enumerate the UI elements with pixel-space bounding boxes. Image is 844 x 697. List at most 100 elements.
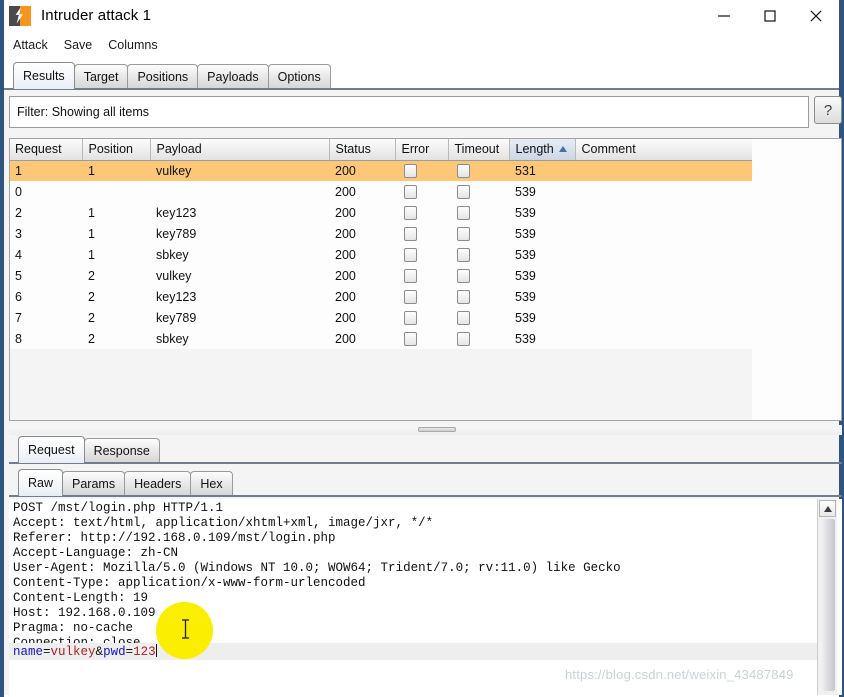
text-cursor-icon — [180, 618, 191, 643]
cell-timeout[interactable] — [448, 286, 509, 307]
cell-position: 1 — [82, 244, 150, 265]
cell-error[interactable] — [395, 328, 448, 349]
cell-timeout[interactable] — [448, 202, 509, 223]
cell-timeout[interactable] — [448, 223, 509, 244]
cell-comment — [575, 202, 752, 223]
tab-target[interactable]: Target — [73, 64, 129, 89]
scroll-up-icon[interactable] — [819, 500, 836, 517]
cell-position: 1 — [82, 223, 150, 244]
editor-vertical-scrollbar[interactable] — [817, 499, 837, 695]
table-row[interactable]: 8 2 sbkey 200 539 — [9, 328, 752, 349]
cell-error[interactable] — [395, 223, 448, 244]
checkbox-icon[interactable] — [457, 164, 470, 179]
minimize-icon[interactable] — [701, 0, 747, 31]
column-header-request[interactable]: Request — [9, 138, 83, 161]
cell-timeout[interactable] — [448, 244, 509, 265]
cell-position: 2 — [82, 307, 150, 328]
cell-error[interactable] — [395, 181, 448, 202]
tab-raw[interactable]: Raw — [18, 469, 64, 496]
column-header-payload[interactable]: Payload — [150, 138, 330, 161]
checkbox-icon[interactable] — [457, 268, 470, 283]
checkbox-icon[interactable] — [457, 331, 470, 346]
checkbox-icon[interactable] — [404, 184, 417, 199]
checkbox-icon[interactable] — [457, 247, 470, 262]
cell-timeout[interactable] — [448, 307, 509, 328]
body-param1-value: vulkey — [50, 645, 96, 659]
menu-item-attack[interactable]: Attack — [6, 36, 55, 54]
table-row[interactable]: 4 1 sbkey 200 539 — [9, 244, 752, 265]
cell-length: 539 — [509, 265, 575, 286]
cell-status: 200 — [329, 160, 395, 181]
cell-timeout[interactable] — [448, 181, 509, 202]
tab-request[interactable]: Request — [18, 436, 85, 463]
cell-payload: sbkey — [150, 328, 329, 349]
filter-bar[interactable]: Filter: Showing all items — [9, 96, 809, 128]
checkbox-icon[interactable] — [404, 268, 417, 283]
checkbox-icon[interactable] — [404, 205, 417, 220]
checkbox-icon[interactable] — [457, 289, 470, 304]
detail-tab-strip: Request Response — [9, 435, 842, 463]
column-header-timeout[interactable]: Timeout — [448, 138, 510, 161]
menu-item-save[interactable]: Save — [57, 36, 100, 54]
view-tab-underline — [9, 495, 842, 497]
cell-timeout[interactable] — [448, 160, 509, 181]
column-header-status[interactable]: Status — [329, 138, 396, 161]
checkbox-icon[interactable] — [404, 289, 417, 304]
cell-error[interactable] — [395, 202, 448, 223]
cell-error[interactable] — [395, 307, 448, 328]
cell-timeout[interactable] — [448, 265, 509, 286]
checkbox-icon[interactable] — [404, 226, 417, 241]
tab-params[interactable]: Params — [62, 471, 126, 496]
cell-error[interactable] — [395, 160, 448, 181]
cell-error[interactable] — [395, 286, 448, 307]
scrollbar-thumb[interactable] — [820, 519, 835, 691]
cell-comment — [575, 160, 752, 181]
menu-item-columns[interactable]: Columns — [101, 36, 164, 54]
request-raw-editor[interactable]: POST /mst/login.php HTTP/1.1 Accept: tex… — [9, 499, 842, 695]
cell-error[interactable] — [395, 244, 448, 265]
checkbox-icon[interactable] — [457, 226, 470, 241]
table-row[interactable]: 6 2 key123 200 539 — [9, 286, 752, 307]
cell-length: 539 — [509, 286, 575, 307]
cell-length: 539 — [509, 223, 575, 244]
tab-headers[interactable]: Headers — [124, 471, 192, 496]
cell-error[interactable] — [395, 265, 448, 286]
tab-results[interactable]: Results — [13, 62, 75, 89]
checkbox-icon[interactable] — [404, 164, 417, 179]
table-row[interactable]: 0 200 539 — [9, 181, 752, 202]
tab-payloads[interactable]: Payloads — [197, 64, 269, 89]
table-row[interactable]: 7 2 key789 200 539 — [9, 307, 752, 328]
table-row[interactable]: 5 2 vulkey 200 539 — [9, 265, 752, 286]
tab-options[interactable]: Options — [267, 64, 331, 89]
column-header-position[interactable]: Position — [82, 138, 151, 161]
column-header-error[interactable]: Error — [395, 138, 449, 161]
view-tab-strip: Raw Params Headers Hex — [9, 468, 842, 496]
column-header-length[interactable]: Length — [509, 138, 576, 161]
checkbox-icon[interactable] — [404, 331, 417, 346]
table-row[interactable]: 2 1 key123 200 539 — [9, 202, 752, 223]
splitter-grip[interactable] — [418, 427, 456, 432]
checkbox-icon[interactable] — [404, 247, 417, 262]
maximize-icon[interactable] — [747, 0, 793, 31]
cell-payload: sbkey — [150, 244, 329, 265]
checkbox-icon[interactable] — [457, 310, 470, 325]
checkbox-icon[interactable] — [457, 184, 470, 199]
body-param2-sep: = — [125, 645, 134, 659]
table-row[interactable]: 1 1 vulkey 200 531 — [9, 160, 752, 181]
panel-splitter[interactable] — [9, 425, 842, 435]
close-icon[interactable] — [793, 0, 839, 31]
help-button[interactable]: ? — [814, 96, 842, 124]
column-header-comment[interactable]: Comment — [575, 138, 752, 161]
cell-timeout[interactable] — [448, 328, 509, 349]
cell-payload — [150, 181, 329, 202]
cell-request: 5 — [9, 265, 82, 286]
checkbox-icon[interactable] — [457, 205, 470, 220]
checkbox-icon[interactable] — [404, 310, 417, 325]
cell-status: 200 — [329, 181, 395, 202]
tab-hex[interactable]: Hex — [190, 471, 233, 496]
tab-response[interactable]: Response — [83, 438, 160, 463]
results-table-body: 1 1 vulkey 200 531 0 200 539 2 1 key123 200 539 3 1 key… — [9, 160, 752, 349]
table-row[interactable]: 3 1 key789 200 539 — [9, 223, 752, 244]
tab-positions[interactable]: Positions — [127, 64, 199, 89]
cell-comment — [575, 181, 752, 202]
